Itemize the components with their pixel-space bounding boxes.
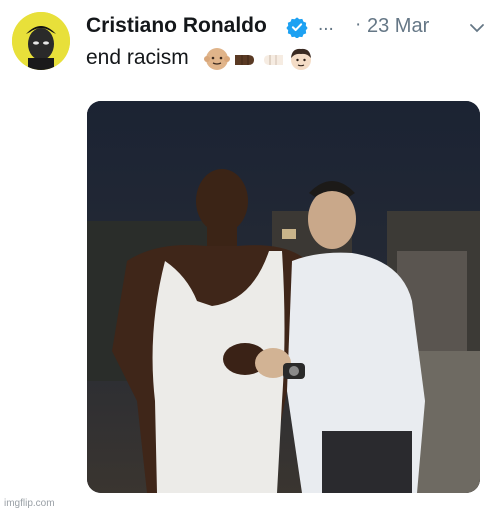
- imgflip-watermark: imgflip.com: [4, 498, 55, 509]
- tweet-photo[interactable]: [87, 101, 480, 493]
- photo-image: [87, 101, 480, 493]
- separator-dot: ·: [355, 14, 362, 35]
- light-fist-emoji: [264, 55, 283, 65]
- tweet-date[interactable]: 23 Mar: [367, 15, 429, 38]
- tweet-text: end racism: [86, 46, 189, 69]
- light-skin-boy-emoji: [291, 48, 311, 70]
- author-avatar[interactable]: [12, 12, 70, 70]
- verified-badge-icon: [286, 17, 308, 38]
- emoji-row: [204, 46, 314, 72]
- dark-fist-emoji: [235, 55, 254, 65]
- avatar-image: [12, 12, 70, 70]
- chevron-down-icon[interactable]: [469, 20, 485, 36]
- tweet-header: Cristiano Ronaldo ... · 23 Mar: [86, 12, 486, 42]
- author-name[interactable]: Cristiano Ronaldo: [86, 14, 267, 38]
- more-label: ...: [318, 14, 334, 35]
- tweet-card: Cristiano Ronaldo ... · 23 Mar end racis…: [0, 0, 500, 514]
- light-skin-face-emoji: [204, 48, 230, 70]
